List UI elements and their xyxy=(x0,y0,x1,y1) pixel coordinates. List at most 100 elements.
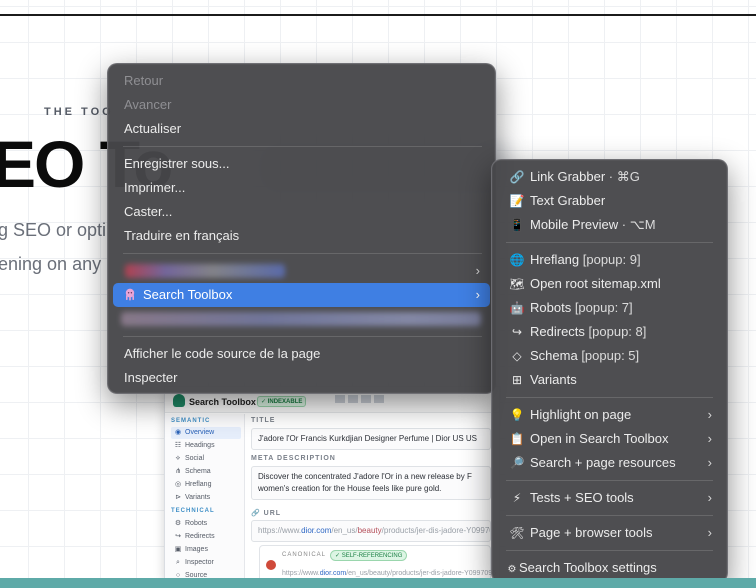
submenu-item-robots[interactable]: 🤖 Robots [popup: 7] xyxy=(497,296,722,320)
share-icon: ⟡ xyxy=(175,455,181,462)
menu-separator xyxy=(123,253,482,254)
clipboard-icon: 📋 xyxy=(509,432,525,446)
meta-description-line: Discover the concentrated J'adore l'Or i… xyxy=(258,472,472,481)
sidebar-item-overview[interactable]: ◉ Overview xyxy=(171,427,241,439)
submenu-item-label: Tests + SEO tools xyxy=(530,490,634,505)
magnifier-icon: 🔎 xyxy=(509,456,525,470)
menu-item-print[interactable]: Imprimer... xyxy=(113,176,490,200)
sidebar-item-headings[interactable]: ☷ Headings xyxy=(171,440,241,452)
menu-separator xyxy=(123,146,482,147)
menu-item-search-toolbox[interactable]: Search Toolbox › xyxy=(113,283,490,307)
chevron-right-icon: › xyxy=(707,525,712,540)
sidebar-item-label: Overview xyxy=(185,429,215,436)
submenu-item-label: Search + page resources xyxy=(530,455,676,470)
sidebar-item-schema[interactable]: ⋔ Schema xyxy=(171,466,241,478)
menu-item-save-as[interactable]: Enregistrer sous... xyxy=(113,152,490,176)
preview-flags xyxy=(335,395,405,405)
meta-description-label: META DESCRIPTION xyxy=(251,455,336,462)
preview-brand: Search Toolbox xyxy=(189,397,256,407)
submenu-item-sitemap[interactable]: 🗺 Open root sitemap.xml xyxy=(497,272,722,296)
submenu-item-label: Open in Search Toolbox xyxy=(530,431,669,446)
menu-item-blurred-extension[interactable]: › xyxy=(113,259,490,283)
menu-item-inspect[interactable]: Inspecter xyxy=(113,366,490,390)
title-label: TITLE xyxy=(251,417,276,424)
submenu-item-hreflang[interactable]: 🌐 Hreflang [popup: 9] xyxy=(497,248,722,272)
sidebar-item-redirects[interactable]: ↪ Redirects xyxy=(171,531,241,543)
mobile-icon: 📱 xyxy=(509,218,525,232)
link-icon: 🔗 xyxy=(251,510,264,517)
url-path: /en_us/ xyxy=(331,526,358,535)
eye-icon: ◉ xyxy=(174,429,182,436)
memo-icon: 📝 xyxy=(509,194,525,208)
menu-item-cast[interactable]: Caster... xyxy=(113,200,490,224)
submenu-item-mobile-preview[interactable]: 📱 Mobile Preview · ⌥M xyxy=(497,213,722,237)
sidebar-item-images[interactable]: ▣ Images xyxy=(171,544,241,556)
canonical-card: CANONICAL ✓ SELF-REFERENCING https://www… xyxy=(259,545,496,579)
sidebar-item-hreflang[interactable]: ◎ Hreflang xyxy=(171,479,241,491)
page-subtitle-line-1: g SEO or opti xyxy=(0,220,107,240)
submenu-item-label: Hreflang xyxy=(530,252,580,267)
url-domain: dior.com xyxy=(319,570,347,577)
submenu-item-settings[interactable]: ⚙ Search Toolbox settings xyxy=(497,556,722,580)
sidebar-item-label: Images xyxy=(185,546,208,553)
menu-item-forward[interactable]: Avancer xyxy=(113,93,490,117)
image-icon: ▣ xyxy=(174,546,182,553)
submenu-item-tests-seo-tools[interactable]: ⚡ Tests + SEO tools › xyxy=(497,486,722,510)
sidebar-item-label: Schema xyxy=(185,468,211,475)
robot-icon: ⚙ xyxy=(174,520,182,527)
title-value: J'adore l'Or Francis Kurkdjian Designer … xyxy=(251,428,491,450)
submenu-item-redirects[interactable]: ↪ Redirects [popup: 8] xyxy=(497,320,722,344)
sidebar-item-robots[interactable]: ⚙ Robots xyxy=(171,518,241,530)
url-path: /en_us/beauty/products/jer-dis-jadore-Y0… xyxy=(346,570,497,577)
url-value[interactable]: https://www.dior.com/en_us/beauty/produc… xyxy=(251,520,491,542)
submenu-item-label: Robots xyxy=(530,300,572,315)
submenu-item-schema[interactable]: ◇ Schema [popup: 5] xyxy=(497,344,722,368)
menu-separator xyxy=(123,336,482,337)
globe-icon: 🌐 xyxy=(509,253,525,267)
chevron-right-icon: › xyxy=(707,407,712,422)
chevron-right-icon: › xyxy=(475,287,480,302)
url-path: /products/ xyxy=(381,526,417,535)
menu-item-view-source[interactable]: Afficher le code source de la page xyxy=(113,342,490,366)
submenu-item-label: Open root sitemap.xml xyxy=(530,276,661,291)
submenu-item-label: Search Toolbox settings xyxy=(519,560,657,575)
blurred-label xyxy=(125,264,285,278)
url-domain: dior.com xyxy=(301,526,332,535)
popup-hint: [popup: 9] xyxy=(579,252,641,267)
sidebar-item-social[interactable]: ⟡ Social xyxy=(171,453,241,465)
menu-item-blurred-extension-2[interactable] xyxy=(113,307,490,331)
tools-icon: 🛠 xyxy=(509,526,525,540)
url-prefix: https://www. xyxy=(258,526,302,535)
menu-item-back[interactable]: Retour xyxy=(113,69,490,93)
menu-item-label: Search Toolbox xyxy=(143,287,233,302)
submenu-item-link-grabber[interactable]: 🔗 Link Grabber · ⌘G xyxy=(497,165,722,189)
meta-description-value: Discover the concentrated J'adore l'Or i… xyxy=(251,466,491,500)
variants-icon: ⊳ xyxy=(175,494,181,501)
tree-icon: ⋔ xyxy=(175,468,181,475)
menu-item-translate[interactable]: Traduire en français xyxy=(113,224,490,248)
canonical-icon xyxy=(266,560,276,570)
sidebar-item-label: Headings xyxy=(185,442,215,449)
submenu-item-highlight[interactable]: 💡 Highlight on page › xyxy=(497,403,722,427)
menu-separator xyxy=(506,397,713,398)
menu-item-reload[interactable]: Actualiser xyxy=(113,117,490,141)
submenu-item-variants[interactable]: ⊞ Variants xyxy=(497,368,722,392)
menu-separator xyxy=(506,242,713,243)
sidebar-item-label: Redirects xyxy=(185,533,215,540)
url-label-text: URL xyxy=(263,510,282,517)
submenu-item-text-grabber[interactable]: 📝 Text Grabber xyxy=(497,189,722,213)
submenu-item-open-in-toolbox[interactable]: 📋 Open in Search Toolbox › xyxy=(497,427,722,451)
submenu-item-page-browser-tools[interactable]: 🛠 Page + browser tools › xyxy=(497,521,722,545)
sidebar-item-inspector[interactable]: ⌕ Inspector xyxy=(171,557,241,569)
sidebar-item-variants[interactable]: ⊳ Variants xyxy=(171,492,241,504)
submenu-item-label: Page + browser tools xyxy=(530,525,653,540)
diamond-icon: ◇ xyxy=(512,349,522,363)
menu-separator xyxy=(506,515,713,516)
canonical-url[interactable]: https://www.dior.com/en_us/beauty/produc… xyxy=(282,570,496,577)
octopus-logo-icon xyxy=(173,394,185,407)
canonical-label: CANONICAL xyxy=(282,552,327,558)
submenu-item-search-resources[interactable]: 🔎 Search + page resources › xyxy=(497,451,722,475)
sidebar-item-label: Social xyxy=(185,455,205,462)
lightning-icon: ⚡ xyxy=(512,491,522,505)
page-subtitle-line-2: ening on any xyxy=(0,254,102,274)
